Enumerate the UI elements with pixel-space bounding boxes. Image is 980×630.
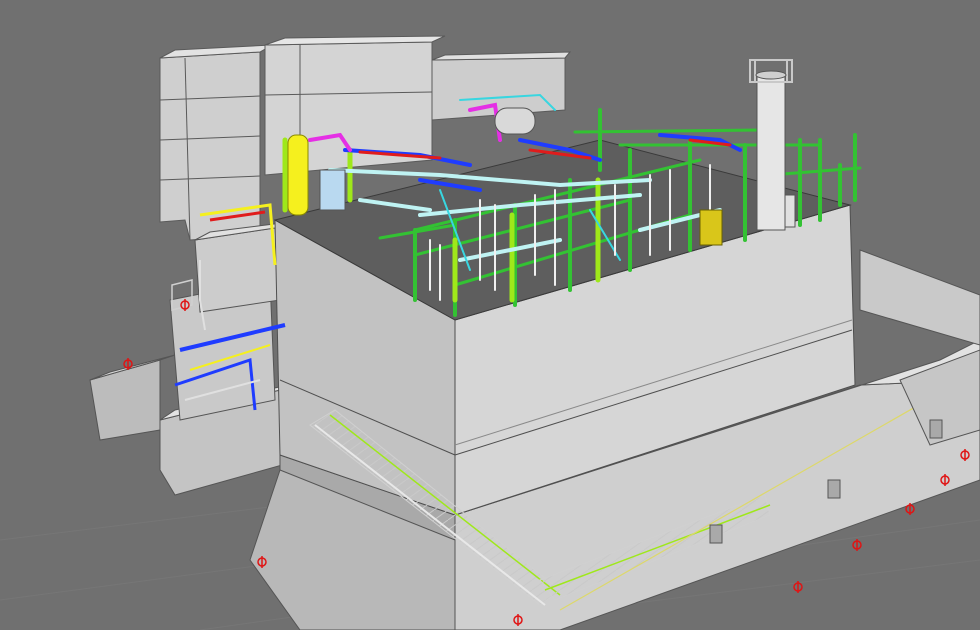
grid-marker[interactable] xyxy=(852,539,862,551)
3d-model-viewport[interactable] xyxy=(0,0,980,630)
plant-model-scene[interactable] xyxy=(0,0,980,630)
yellow-vessel[interactable] xyxy=(287,134,309,216)
